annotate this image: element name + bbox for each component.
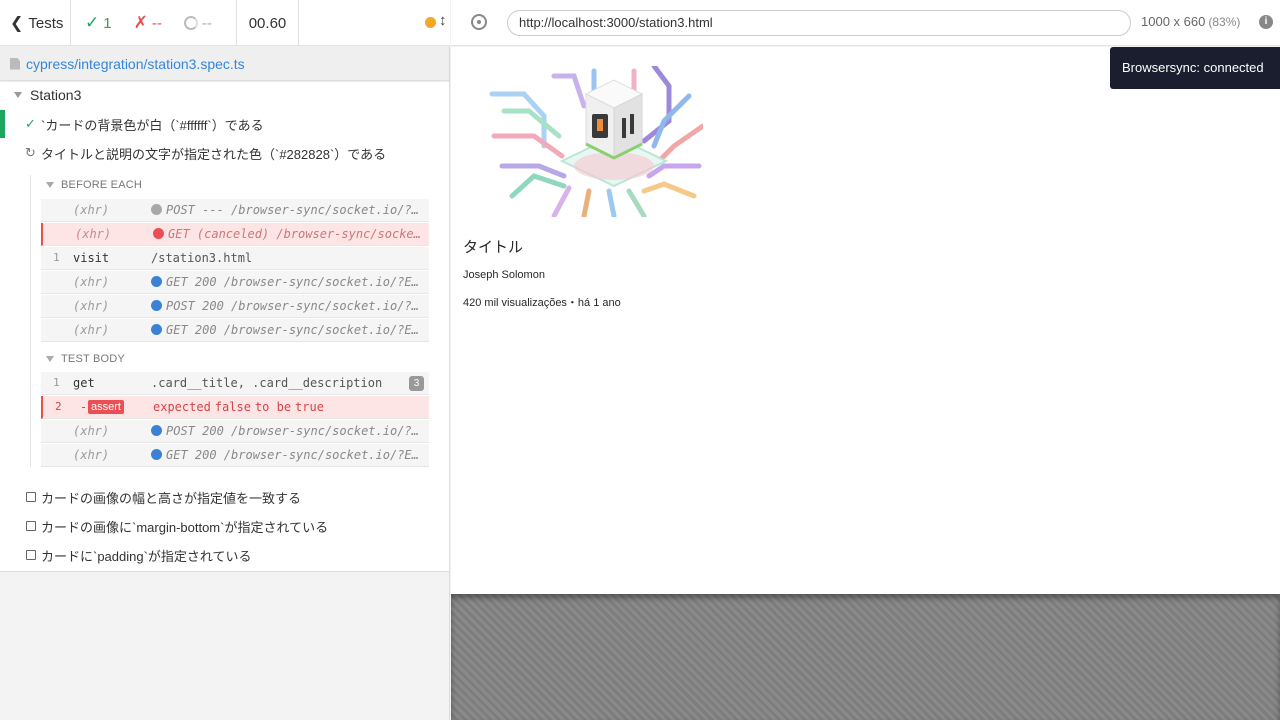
- refresh-icon: ↻: [25, 145, 36, 160]
- chevron-left-icon: ❮: [10, 15, 24, 32]
- command-row[interactable]: (xhr) GET 200 /browser-sync/socket.io/?E…: [41, 444, 429, 467]
- circuit-cube-illustration: [489, 66, 703, 217]
- tests-label: Tests: [28, 14, 64, 32]
- status-dot-icon: [151, 324, 162, 335]
- spinner-icon: [183, 16, 198, 30]
- card-image: [484, 66, 703, 217]
- card-meta: 420 mil visualizações・há 1 ano: [463, 297, 621, 309]
- file-icon: [10, 57, 20, 70]
- passed-count: ✓ 1: [85, 13, 112, 32]
- card-channel: Joseph Solomon: [463, 269, 545, 281]
- viewport-info: 1000 x 660 (83%): [1141, 14, 1241, 29]
- runnables-list: Station3 ✓ `カードの背景色が白（`#ffffff`）である ↻ タイ…: [0, 82, 449, 572]
- crosshair-icon[interactable]: [471, 14, 487, 30]
- test-row-running[interactable]: ↻ タイトルと説明の文字が指定された色（`#282828`）である: [0, 139, 449, 167]
- spec-path-link[interactable]: cypress/integration/station3.spec.ts: [26, 56, 245, 72]
- stats-group: ✓ 1 ✗ -- --: [71, 0, 237, 46]
- test-row-pending[interactable]: カードの画像に`margin-bottom`が指定されている: [0, 512, 449, 540]
- command-row[interactable]: (xhr) POST --- /browser-sync/socket.io/?…: [41, 199, 429, 222]
- element-count-badge: 3: [409, 376, 424, 391]
- aut-header: http://localhost:3000/station3.html 1000…: [451, 0, 1280, 46]
- status-dot-icon: [151, 276, 162, 287]
- status-dot-icon: [151, 449, 162, 460]
- command-row[interactable]: (xhr) POST 200 /browser-sync/socket.io/?…: [41, 420, 429, 443]
- stats-bar: ❮ Tests ✓ 1 ✗ -- -- 00.60 ↕: [0, 0, 492, 46]
- aut-iframe: タイトル Joseph Solomon 420 mil visualizaçõe…: [451, 47, 1280, 594]
- command-row[interactable]: (xhr) GET 200 /browser-sync/socket.io/?E…: [41, 319, 429, 342]
- caret-down-icon: [46, 182, 54, 188]
- caret-down-icon: [46, 356, 54, 362]
- test-row-pending[interactable]: カードの画像の幅と高さが指定値を一致する: [0, 483, 449, 511]
- running-indicator-icon: [425, 17, 436, 28]
- test-title: カードの画像に`margin-bottom`が指定されている: [41, 519, 329, 535]
- spec-header: cypress/integration/station3.spec.ts: [0, 47, 449, 81]
- test-title: カードに`padding`が指定されている: [41, 548, 252, 564]
- checkbox-icon: [26, 492, 36, 502]
- checkmark-icon: ✓: [85, 13, 100, 32]
- auto-scroll-toggle-icon[interactable]: ↕: [439, 12, 447, 29]
- caret-down-icon: [14, 92, 22, 98]
- hook-before-each[interactable]: BEFORE EACH: [46, 179, 142, 191]
- assert-badge: assert: [88, 400, 124, 414]
- status-dot-icon: [151, 300, 162, 311]
- command-row-error[interactable]: (xhr) GET (canceled) /browser-sync/socke…: [41, 223, 429, 246]
- info-icon[interactable]: i: [1259, 15, 1273, 29]
- suite-title[interactable]: Station3: [14, 87, 81, 103]
- card-title: タイトル: [463, 239, 524, 256]
- run-controls: ↕: [299, 0, 492, 46]
- x-icon: ✗: [133, 13, 148, 32]
- assert-message: expected false to be true: [153, 400, 324, 414]
- pending-count: --: [183, 15, 212, 32]
- checkmark-icon: ✓: [25, 116, 36, 131]
- status-dot-icon: [151, 204, 162, 215]
- duration: 00.60: [237, 0, 299, 46]
- command-row[interactable]: 1 visit /station3.html: [41, 247, 429, 270]
- command-row[interactable]: 1 get .card__title, .card__description 3: [41, 372, 429, 395]
- pass-indicator: [0, 110, 5, 138]
- hooks-divider: [30, 175, 31, 467]
- test-row-passed[interactable]: ✓ `カードの背景色が白（`#ffffff`）である: [0, 110, 449, 138]
- hook-test-body[interactable]: TEST BODY: [46, 353, 125, 365]
- status-dot-icon: [153, 228, 164, 239]
- tests-back-button[interactable]: ❮ Tests: [0, 0, 71, 46]
- checkbox-icon: [26, 550, 36, 560]
- browsersync-toast: Browsersync: connected: [1110, 47, 1280, 89]
- status-dot-icon: [151, 425, 162, 436]
- reporter-panel: ❮ Tests ✓ 1 ✗ -- -- 00.60 ↕ cypress/inte…: [0, 0, 492, 720]
- aut-background: [451, 594, 1280, 720]
- url-bar[interactable]: http://localhost:3000/station3.html: [507, 10, 1131, 36]
- failed-count: ✗ --: [133, 13, 162, 32]
- command-row-error[interactable]: 2 - assert expected false to be true: [41, 396, 429, 419]
- test-title: `カードの背景色が白（`#ffffff`）である: [41, 117, 264, 133]
- command-row[interactable]: (xhr) POST 200 /browser-sync/socket.io/?…: [41, 295, 429, 318]
- test-title: タイトルと説明の文字が指定された色（`#282828`）である: [41, 146, 387, 162]
- test-title: カードの画像の幅と高さが指定値を一致する: [41, 490, 302, 506]
- checkbox-icon: [26, 521, 36, 531]
- test-row-pending[interactable]: カードに`padding`が指定されている: [0, 541, 449, 569]
- command-row[interactable]: (xhr) GET 200 /browser-sync/socket.io/?E…: [41, 271, 429, 294]
